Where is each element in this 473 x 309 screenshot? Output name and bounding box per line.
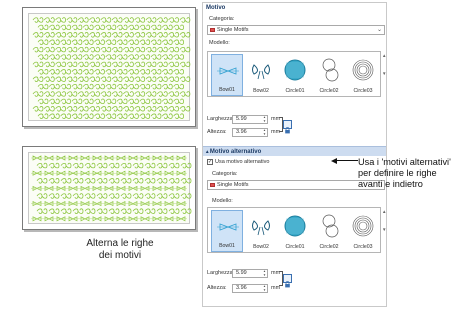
alt-width-label: Larghezza:: [207, 270, 235, 276]
use-alt-motif-checkbox[interactable]: ✓: [207, 159, 213, 165]
height-label: Altezza:: [207, 129, 227, 135]
alt-model-label: Modello:: [212, 198, 233, 204]
circle02-icon: [322, 214, 339, 238]
model-thumbnail-label: Circle01: [285, 88, 305, 94]
width-stepper[interactable]: 5.99 ▲ ▼: [232, 115, 268, 124]
alt-lock-icon[interactable]: [283, 274, 292, 288]
alt-width-stepper[interactable]: 5.99 ▲ ▼: [232, 269, 268, 278]
circle03-icon: [352, 215, 374, 237]
alt-height-stepper[interactable]: 3.96 ▲ ▼: [232, 284, 268, 293]
circle03-icon: [352, 59, 374, 81]
callout-line1: Usa i 'motivi alternativi': [358, 157, 451, 167]
model-thumbnail-circle01[interactable]: Circle01: [279, 210, 311, 252]
model-thumbnail-circle01[interactable]: Circle01: [279, 54, 311, 96]
alt-height-value: 3.96: [236, 285, 247, 291]
callout-line3: avanti e indietro: [358, 179, 423, 189]
height-value: 3.96: [236, 129, 247, 135]
alt-category-value: Single Motifs: [217, 182, 249, 188]
chevron-down-icon[interactable]: ⌄: [377, 26, 382, 34]
alternating-fill-pattern: [31, 155, 192, 222]
bow01-icon: [217, 67, 239, 75]
alt-width-value: 5.99: [236, 270, 247, 276]
model-thumbnail-bow01[interactable]: Bow01: [211, 54, 243, 96]
section-alt-title: Motivo alternativo: [209, 149, 262, 155]
left-caption: Alterna le righe dei motivi: [70, 238, 170, 262]
circle01-icon: [284, 59, 306, 81]
alt-scroll-down-icon[interactable]: ▼: [382, 227, 386, 232]
width-value: 5.99: [236, 116, 247, 122]
motif-fill-pattern: [32, 17, 191, 119]
preview-uniform-motifs: [22, 7, 196, 127]
model-thumbnail-label: Bow01: [219, 87, 235, 93]
circle01-icon: [284, 215, 306, 237]
model-thumbnail-bow02[interactable]: Bow02: [245, 210, 277, 252]
model-thumbnail-circle03[interactable]: Circle03: [347, 210, 379, 252]
model-thumbnail-label: Circle03: [353, 244, 373, 250]
model-thumbnail-label: Circle01: [285, 244, 305, 250]
height-stepper[interactable]: 3.96 ▲ ▼: [232, 128, 268, 137]
model-thumbnail-label: Circle03: [353, 88, 373, 94]
alt-category-swatch-icon: [210, 183, 215, 187]
model-thumbnail-circle02[interactable]: Circle02: [313, 210, 345, 252]
use-alt-motif-label[interactable]: Usa motivo alternativo: [215, 159, 269, 166]
alt-category-label: Categoria:: [212, 171, 238, 177]
alt-height-spin-arrows-icon[interactable]: ▲ ▼: [263, 284, 266, 292]
model-thumbnail-bow02[interactable]: Bow02: [245, 54, 277, 96]
model-thumbnail-label: Bow02: [253, 88, 269, 94]
model-label: Modello:: [209, 40, 230, 46]
alt-height-label: Altezza:: [207, 285, 227, 291]
callout-text: Usa i 'motivi alternativi' per definire …: [358, 157, 472, 190]
category-label: Categoria:: [209, 16, 235, 22]
lock-icon[interactable]: [283, 120, 292, 134]
width-label: Larghezza:: [207, 116, 235, 122]
alt-scroll-up-icon[interactable]: ▲: [382, 209, 386, 214]
model-thumbnail-bow01[interactable]: Bow01: [211, 210, 243, 252]
model-thumbnail-label: Circle02: [319, 88, 339, 94]
left-caption-line1: Alterna le righe: [86, 238, 154, 249]
motif-properties-panel: Motivo Categoria: Single Motifs ⌄ Modell…: [202, 2, 387, 307]
scroll-down-icon[interactable]: ▼: [382, 71, 386, 76]
bow01-icon: [217, 223, 239, 231]
section-motivo-header[interactable]: Motivo: [203, 3, 386, 13]
preview-alternating-motifs: [22, 146, 196, 230]
bow02-icon: [252, 64, 270, 80]
model-gallery[interactable]: Bow01 Bow02 Circle01 Circle02 Circle03: [207, 51, 381, 97]
alt-width-spin-arrows-icon[interactable]: ▲ ▼: [263, 269, 266, 277]
section-alt-header[interactable]: ▴ Motivo alternativo: [203, 146, 386, 156]
model-thumbnail-label: Bow01: [219, 243, 235, 249]
left-caption-line2: dei motivi: [98, 250, 142, 261]
bow02-icon: [252, 220, 270, 236]
alt-height-unit: mm: [271, 285, 281, 291]
alternating-rows: [31, 155, 192, 222]
model-thumbnail-circle02[interactable]: Circle02: [313, 54, 345, 96]
category-swatch-icon: [210, 28, 215, 32]
height-spin-arrows-icon[interactable]: ▲ ▼: [263, 128, 266, 136]
alt-model-gallery[interactable]: Bow01 Bow02 Circle01 Circle02 Circle03: [207, 207, 381, 253]
model-thumbnail-label: Bow02: [253, 244, 269, 250]
scroll-up-icon[interactable]: ▲: [382, 53, 386, 58]
callout-line2: per definire le righe: [358, 168, 437, 178]
uniform-swirl-rows: [32, 17, 191, 119]
model-gallery-scrollbar[interactable]: ▲ ▼: [382, 51, 386, 97]
circle02-icon: [322, 58, 339, 82]
alt-model-gallery-scrollbar[interactable]: ▲ ▼: [382, 207, 386, 253]
category-select[interactable]: Single Motifs ⌄: [207, 25, 385, 35]
model-thumbnail-circle03[interactable]: Circle03: [347, 54, 379, 96]
category-value: Single Motifs: [217, 27, 249, 33]
model-thumbnail-label: Circle02: [319, 244, 339, 250]
callout-leader-line: [336, 160, 358, 161]
width-spin-arrows-icon[interactable]: ▲ ▼: [263, 115, 266, 123]
